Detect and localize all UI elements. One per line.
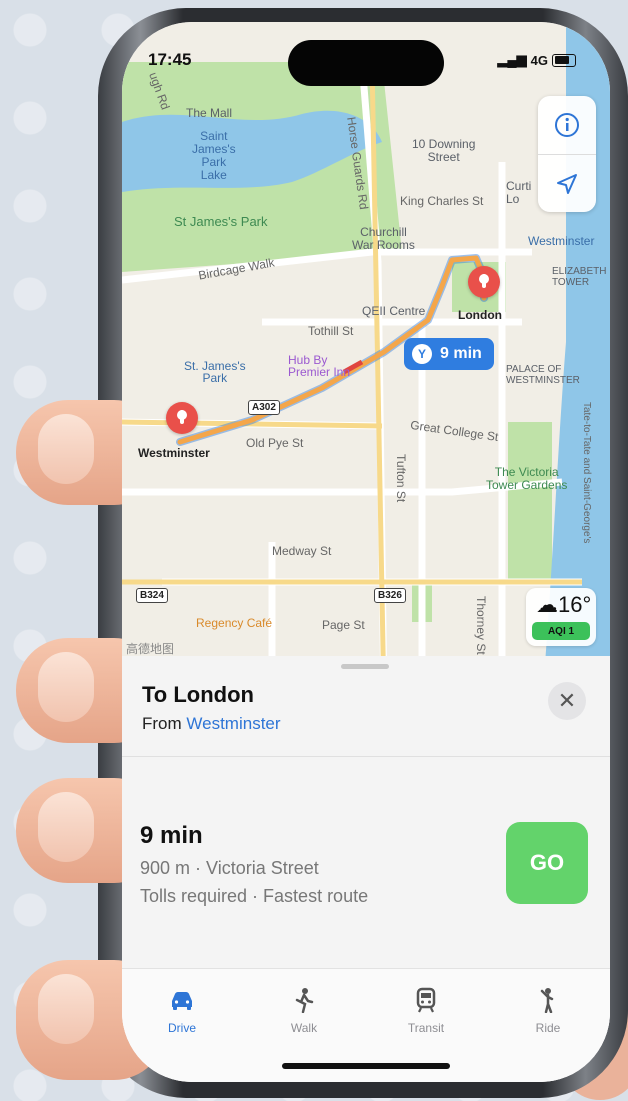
weather-widget[interactable]: ☁16° AQI 1 [526, 588, 596, 646]
tab-ride[interactable]: Ride [508, 987, 588, 1035]
map-controls [538, 96, 596, 212]
ride-icon [540, 988, 554, 1013]
map-label-westminster: Westminster [138, 446, 210, 460]
route-note: Tolls required · Fastest route [140, 886, 369, 906]
map-label-london: London [458, 308, 502, 322]
tab-transit[interactable]: Transit [386, 987, 466, 1035]
location-button[interactable] [538, 154, 596, 213]
dynamic-island [288, 40, 444, 86]
tab-ride-label: Ride [535, 1021, 561, 1035]
route-duration: 9 min [140, 822, 203, 849]
signal-icon: ▂▄▆ [497, 52, 527, 67]
map-label-qeii: QEII Centre [362, 304, 426, 318]
divider [122, 756, 610, 757]
train-icon [416, 987, 436, 1013]
walk-icon [295, 988, 314, 1013]
map-label-regency: Regency Café [196, 616, 273, 630]
map-label-victoria-gardens: The Victoria Tower Gardens [486, 465, 568, 492]
map-label-medway: Medway St [272, 544, 332, 558]
tab-drive[interactable]: Drive [142, 987, 222, 1035]
eta-callout[interactable]: Y 9 min [404, 338, 494, 370]
origin-link[interactable]: Westminster [186, 714, 280, 733]
map-label-page-st: Page St [322, 618, 365, 632]
tab-drive-label: Drive [167, 1021, 196, 1035]
map-watermark: 高德地图 [126, 642, 175, 656]
temperature-value: 16° [558, 592, 592, 617]
origin-line: From Westminster [142, 714, 281, 734]
destination-pin-icon[interactable] [468, 266, 500, 298]
status-right: ▂▄▆ 4G [497, 52, 576, 68]
cloud-icon: ☁ [536, 592, 558, 617]
map-label-king-charles: King Charles St [400, 194, 484, 208]
map-label-old-pye: Old Pye St [246, 436, 304, 450]
clock: 17:45 [148, 50, 192, 69]
info-icon [555, 113, 579, 137]
aqi-badge: AQI 1 [532, 622, 590, 640]
tab-walk[interactable]: Walk [264, 987, 344, 1035]
map-label-st-james-station: St. James's Park [184, 359, 246, 385]
map-label-hub: Hub By Premier Inn [288, 353, 351, 379]
tab-transit-label: Transit [407, 1021, 445, 1035]
sheet-grabber[interactable] [341, 664, 389, 669]
map-label-downing: 10 Downing Street [412, 137, 476, 164]
transport-tab-bar: Drive Walk Transit Ride [122, 968, 610, 1082]
destination-title: To London [142, 682, 254, 707]
car-icon [172, 992, 192, 1010]
location-arrow-icon [557, 174, 577, 194]
map-label-palace: PALACE OF WESTMINSTER [506, 364, 580, 386]
map-label-the-mall: The Mall [186, 106, 233, 120]
origin-prefix: From [142, 714, 187, 733]
phone-screen: 17:45 ▂▄▆ 4G ugh Rd The Mall Saint James… [122, 22, 610, 1082]
home-indicator[interactable] [282, 1063, 450, 1069]
route-distance: 900 m · Victoria Street [140, 858, 319, 878]
road-shield-b324: B324 [136, 588, 168, 603]
map-label-st-james-park: St James's Park [174, 214, 268, 229]
temperature: ☁16° [536, 592, 591, 618]
close-button[interactable]: ✕ [548, 682, 586, 720]
map-label-tothill: Tothill St [308, 324, 354, 338]
map-label-curtis: Curti Lo [506, 179, 532, 206]
go-button[interactable]: GO [506, 822, 588, 904]
map-label-thorney: Thorney St [474, 596, 488, 655]
map-label-lake: Saint James's Park Lake [192, 129, 236, 182]
route-badge-icon: Y [412, 344, 432, 364]
close-icon: ✕ [557, 688, 577, 713]
tab-walk-label: Walk [290, 1021, 318, 1035]
map-label-elizabeth: ELIZABETH TOWER [552, 266, 607, 288]
map-label-westminster-station: Westminster [528, 234, 595, 248]
road-shield-a302: A302 [248, 400, 280, 415]
map-label-churchill: Churchill War Rooms [352, 225, 415, 252]
battery-icon [552, 53, 576, 67]
network-label: 4G [530, 52, 548, 68]
eta-label: 9 min [440, 345, 482, 362]
map-view[interactable]: 17:45 ▂▄▆ 4G ugh Rd The Mall Saint James… [122, 22, 610, 702]
info-button[interactable] [538, 96, 596, 154]
map-label-tufton: Tufton St [394, 454, 408, 503]
road-shield-b326: B326 [374, 588, 406, 603]
origin-pin-icon[interactable] [166, 402, 198, 434]
route-sheet: To London From Westminster ✕ 9 min 900 m… [122, 656, 610, 1082]
map-label-tate: Tate-to-Tate and Saint-George's [581, 402, 592, 544]
